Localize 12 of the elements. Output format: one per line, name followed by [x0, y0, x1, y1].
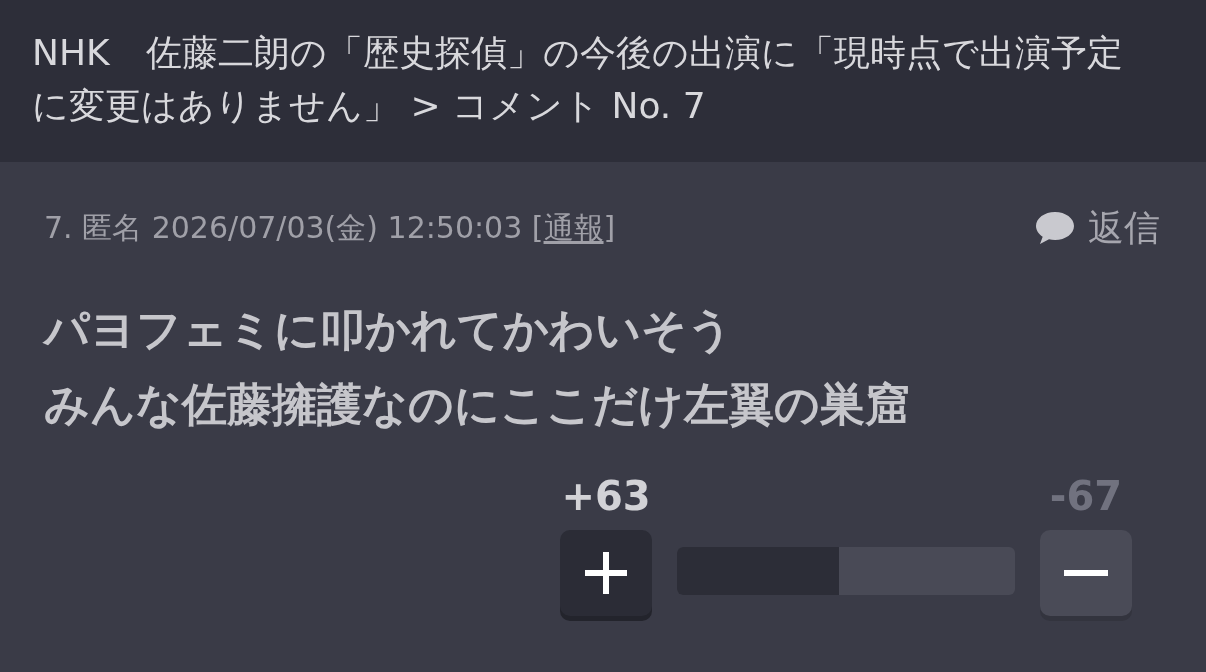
comment-meta: 7. 匿名 2026/07/03(金) 12:50:03 [通報] [44, 208, 616, 247]
downvote-count: -67 [1049, 472, 1123, 520]
report-link[interactable]: 通報 [543, 209, 604, 245]
speech-bubble-icon [1034, 210, 1076, 246]
comment-text: パヨフェミに叩かれてかわいそう みんな佐藤擁護なのにここだけ左翼の巣窟 [44, 302, 911, 433]
reply-button[interactable]: 返信 [1034, 206, 1160, 250]
minus-icon [1064, 570, 1108, 576]
upvote-count: +63 [561, 472, 651, 520]
breadcrumb-separator: > [410, 85, 441, 126]
page-title: NHK 佐藤二朗の「歴史探偵」の今後の出演に「現時点で出演予定に変更はありません」 > コメント No. 7 [32, 31, 1124, 128]
breadcrumb-current: コメント No. 7 [452, 85, 706, 126]
plus-icon [583, 550, 629, 596]
